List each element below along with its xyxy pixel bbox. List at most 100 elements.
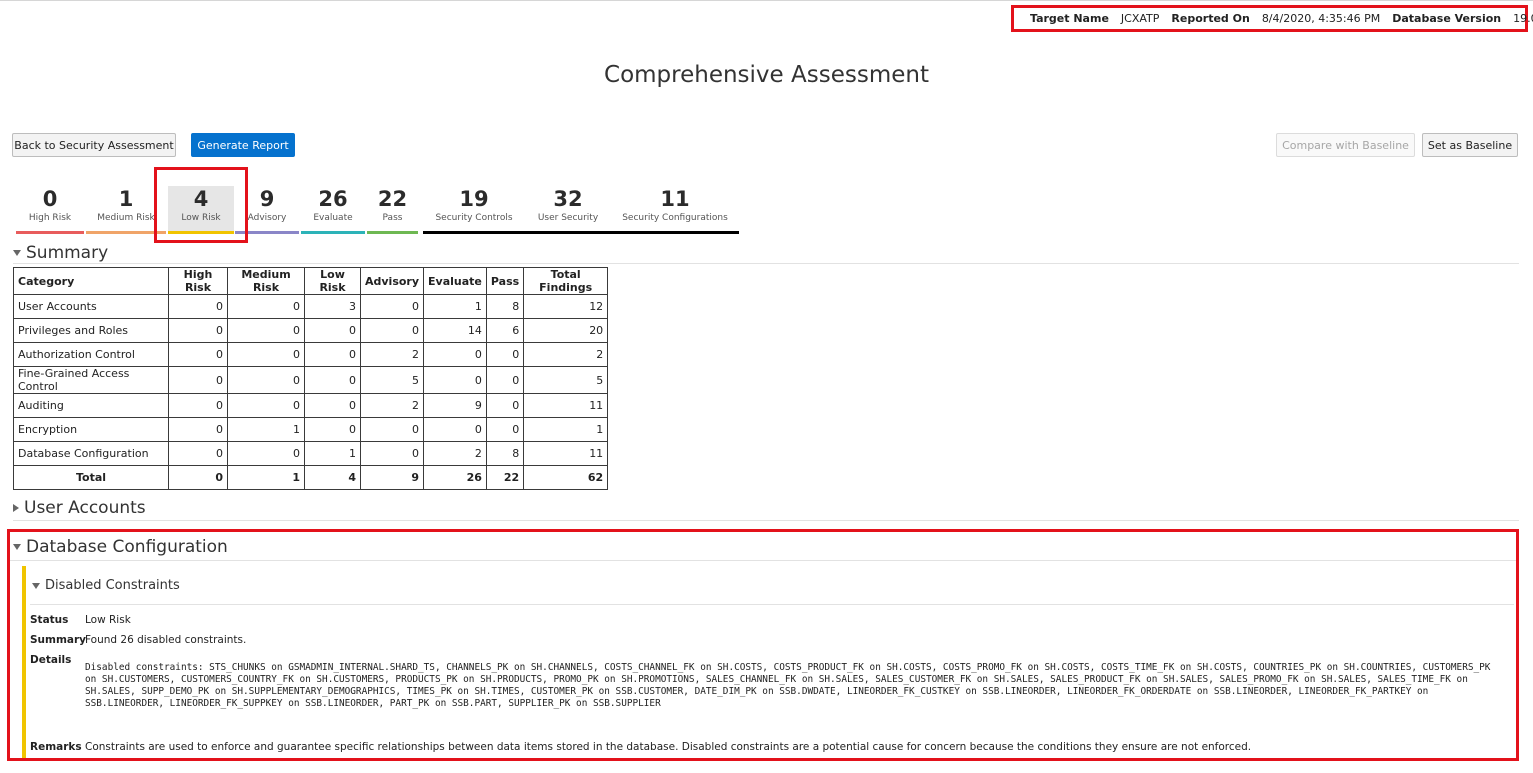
reported-on-label: Reported On — [1171, 12, 1250, 25]
page-title: Comprehensive Assessment — [604, 62, 929, 88]
metric-value: 32 — [553, 187, 583, 211]
cell: 0 — [227, 393, 305, 418]
metric-label: Security Controls — [435, 213, 513, 223]
cell: 9 — [423, 393, 487, 418]
cell: 0 — [168, 318, 228, 343]
db-version-value: 19.0.0.0.0 — [1513, 12, 1533, 25]
metric-pass[interactable]: 22 Pass — [367, 186, 418, 234]
cell: 3 — [304, 294, 361, 319]
table-row: Fine-Grained Access Control 0 0 0 5 0 0 … — [13, 366, 609, 394]
cell: 9 — [359, 465, 425, 490]
table-row: Auditing 0 0 0 2 9 0 11 — [13, 393, 609, 418]
cell: 1 — [304, 441, 361, 466]
cell: 22 — [485, 465, 525, 490]
database-configuration-section-header[interactable]: Database Configuration — [13, 537, 228, 557]
cell: 11 — [523, 441, 609, 466]
cell: 1 — [423, 294, 487, 319]
cell-category: Privileges and Roles — [13, 318, 169, 343]
target-name-label: Target Name — [1030, 12, 1109, 25]
metric-label: High Risk — [28, 213, 72, 223]
metric-value: 26 — [318, 187, 348, 211]
metric-value: 19 — [459, 187, 489, 211]
details-label: Details — [30, 654, 72, 666]
collapse-triangle-icon — [13, 544, 21, 550]
cell: 0 — [304, 342, 361, 367]
cell: 0 — [227, 294, 305, 319]
cell: 0 — [423, 417, 487, 442]
cell-category: Authorization Control — [13, 342, 169, 367]
cell: 2 — [423, 441, 487, 466]
top-divider — [0, 0, 1533, 1]
metric-color-bar — [423, 231, 525, 234]
cell: 26 — [423, 465, 487, 490]
cell-total-label: Total — [13, 465, 169, 490]
summary-value: Found 26 disabled constraints. — [85, 634, 247, 646]
cell: 6 — [485, 318, 525, 343]
metric-value: 0 — [42, 187, 58, 211]
cell: 0 — [485, 417, 525, 442]
compare-with-baseline-button[interactable]: Compare with Baseline — [1276, 133, 1415, 157]
metric-high-risk[interactable]: 0 High Risk — [16, 186, 84, 234]
metric-value: 22 — [377, 187, 408, 211]
cell: 0 — [304, 366, 361, 394]
col-low-risk: Low Risk — [304, 267, 361, 295]
metric-color-bar — [367, 231, 418, 234]
metric-label: Pass — [382, 213, 403, 223]
cell: 0 — [168, 393, 228, 418]
cell: 0 — [304, 393, 361, 418]
cell: 4 — [304, 465, 361, 490]
remarks-value: Constraints are used to enforce and guar… — [85, 741, 1252, 753]
cell-category: Fine-Grained Access Control — [13, 366, 169, 394]
status-label: Status — [30, 614, 69, 626]
back-to-security-assessment-button[interactable]: Back to Security Assessment — [12, 133, 176, 157]
summary-section-header[interactable]: Summary — [13, 243, 108, 263]
metric-label: User Security — [537, 213, 599, 223]
cell: 5 — [523, 366, 609, 394]
cell: 0 — [168, 441, 228, 466]
target-info-bar: Target Name JCXATP Reported On 8/4/2020,… — [1011, 5, 1533, 32]
collapse-triangle-icon — [32, 582, 40, 589]
cell: 2 — [359, 393, 425, 418]
cell: 0 — [227, 441, 305, 466]
metric-security-configurations[interactable]: 11 Security Configurations — [611, 186, 739, 234]
table-row: Database Configuration 0 0 1 0 2 8 11 — [13, 441, 609, 466]
metric-security-controls[interactable]: 19 Security Controls — [423, 186, 525, 234]
metric-user-security[interactable]: 32 User Security — [525, 186, 611, 234]
summary-divider — [13, 263, 1519, 264]
database-configuration-heading: Database Configuration — [26, 537, 228, 557]
cell: 2 — [523, 342, 609, 367]
cell: 12 — [523, 294, 609, 319]
generate-report-button[interactable]: Generate Report — [191, 133, 295, 157]
cell: 11 — [523, 393, 609, 418]
finding-header[interactable]: Disabled Constraints — [28, 578, 180, 593]
user-accounts-divider — [13, 520, 1519, 521]
user-accounts-section-header[interactable]: User Accounts — [13, 498, 146, 518]
remarks-label: Remarks — [30, 741, 82, 753]
cell: 62 — [523, 465, 609, 490]
metric-evaluate[interactable]: 26 Evaluate — [301, 186, 365, 234]
metric-color-bar — [525, 231, 611, 234]
cell: 14 — [423, 318, 487, 343]
cell: 0 — [485, 393, 525, 418]
cell: 0 — [227, 318, 305, 343]
user-accounts-heading: User Accounts — [24, 498, 146, 518]
cell: 0 — [168, 417, 228, 442]
expand-triangle-icon — [13, 504, 19, 512]
cell: 0 — [423, 342, 487, 367]
cell-category: Auditing — [13, 393, 169, 418]
cell: 0 — [359, 318, 425, 343]
cell: 0 — [423, 366, 487, 394]
cell: 0 — [485, 342, 525, 367]
cell: 2 — [359, 342, 425, 367]
summary-label: Summary — [30, 634, 87, 646]
cell: 0 — [168, 342, 228, 367]
cell-category: Encryption — [13, 417, 169, 442]
metric-label: Evaluate — [313, 213, 353, 223]
table-row: User Accounts 0 0 3 0 1 8 12 — [13, 294, 609, 319]
col-evaluate: Evaluate — [423, 267, 487, 295]
set-as-baseline-button[interactable]: Set as Baseline — [1422, 133, 1518, 157]
col-total-findings: Total Findings — [523, 267, 609, 295]
target-name-value: JCXATP — [1120, 12, 1160, 25]
cell: 0 — [227, 366, 305, 394]
metric-value: 11 — [660, 187, 690, 211]
